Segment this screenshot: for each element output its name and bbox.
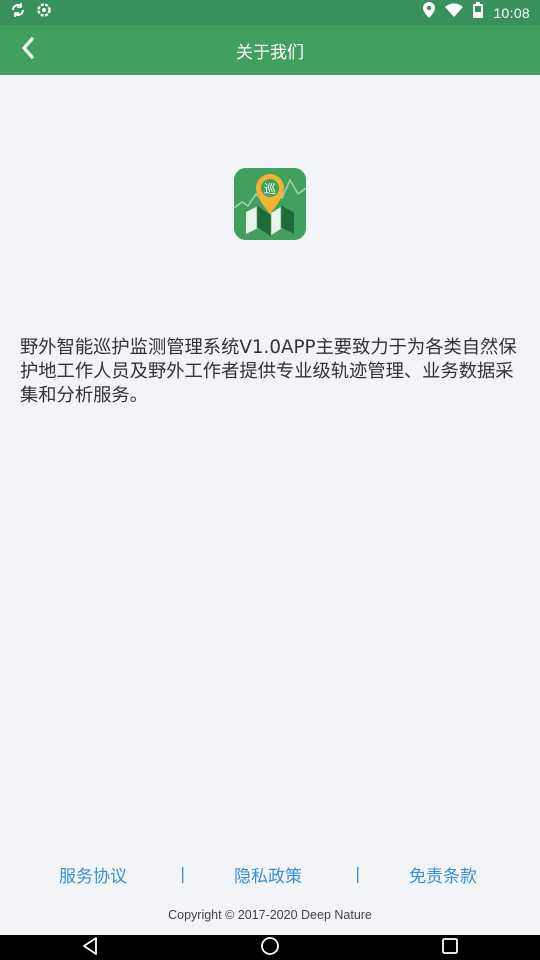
copyright-text: Copyright © 2017-2020 Deep Nature xyxy=(168,908,372,922)
app-logo: 巡 xyxy=(234,168,306,240)
home-circle-icon xyxy=(260,936,280,960)
link-separator: | xyxy=(180,864,186,883)
status-time: 10:08 xyxy=(493,4,530,21)
chevron-left-icon xyxy=(20,36,36,64)
map-pin-logo-icon: 巡 xyxy=(234,168,306,240)
recents-square-icon xyxy=(441,937,459,959)
disclaimer-link[interactable]: 免责条款 xyxy=(409,862,477,887)
status-bar: 10:08 xyxy=(0,0,540,25)
battery-icon xyxy=(473,2,484,23)
link-separator: | xyxy=(355,864,361,883)
settings-icon xyxy=(36,2,52,23)
service-agreement-link[interactable]: 服务协议 xyxy=(59,862,127,887)
privacy-policy-link[interactable]: 隐私政策 xyxy=(234,862,302,887)
system-nav-bar xyxy=(0,935,540,960)
nav-back-button[interactable] xyxy=(70,935,110,960)
sync-icon xyxy=(10,2,26,23)
logo-glyph: 巡 xyxy=(264,182,276,196)
wifi-icon xyxy=(445,3,464,22)
location-icon xyxy=(423,2,436,23)
nav-home-button[interactable] xyxy=(250,935,290,960)
app-bar: 关于我们 xyxy=(0,25,540,75)
back-triangle-icon xyxy=(82,936,98,959)
nav-recents-button[interactable] xyxy=(430,935,470,960)
footer-links: 服务协议 | 隐私政策 | 免责条款 xyxy=(0,862,540,890)
back-button[interactable] xyxy=(6,25,50,75)
page-title: 关于我们 xyxy=(236,42,304,63)
about-description: 野外智能巡护监测管理系统V1.0APP主要致力于为各类自然保护地工作人员及野外工… xyxy=(20,337,517,406)
